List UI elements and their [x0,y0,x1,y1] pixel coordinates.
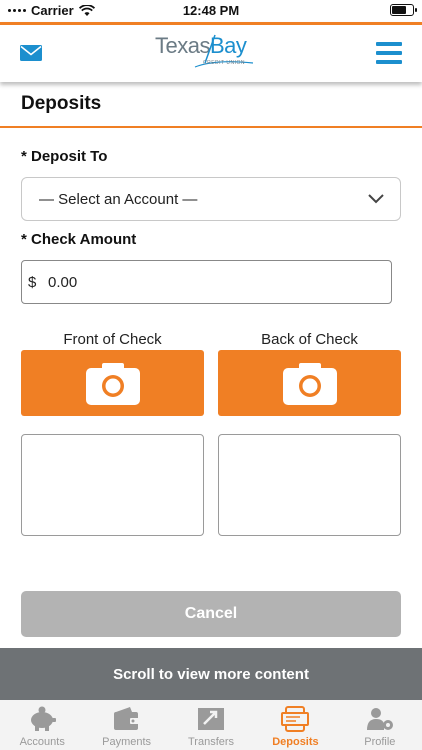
scroll-more-banner[interactable]: Scroll to view more content [0,648,422,700]
tab-accounts[interactable]: Accounts [0,700,84,750]
account-select-value: — Select an Account — [39,191,198,208]
texas-bay-logo: TexasBay CREDIT UNION [155,33,265,73]
status-bar: Carrier 12:48 PM [0,0,422,22]
camera-icon [85,363,140,405]
tab-transfers[interactable]: Transfers [169,700,253,750]
currency-symbol: $ [28,274,37,291]
tab-bar: Accounts Payments Transfers Deposits Pro… [0,700,422,750]
front-camera-button[interactable] [21,350,204,416]
back-camera-button[interactable] [218,350,401,416]
front-of-check-label: Front of Check [63,331,162,348]
back-of-check-label: Back of Check [261,331,358,348]
tab-label: Profile [364,736,396,748]
front-check-preview [21,434,204,536]
tab-label: Accounts [19,736,65,748]
profile-gear-icon [366,708,393,730]
logo-subtext: CREDIT UNION [203,60,246,66]
logo-swoosh-icon [194,34,254,68]
page-title: Deposits [21,93,102,114]
status-time: 12:48 PM [182,3,240,18]
hamburger-menu-icon[interactable] [376,42,402,64]
check-amount-label: * Check Amount [21,231,137,248]
tab-label: Deposits [272,736,319,748]
tab-payments[interactable]: Payments [84,700,168,750]
amount-value: 0.00 [48,274,78,291]
account-select[interactable]: — Select an Account — [21,177,401,221]
battery-icon [390,4,417,16]
back-check-preview [218,434,401,536]
check-amount-input[interactable]: $ 0.00 [21,260,392,304]
title-divider [0,126,422,128]
cancel-button[interactable]: Cancel [21,591,401,637]
camera-icon [282,363,337,405]
tab-label: Payments [102,736,152,748]
tab-deposits[interactable]: Deposits [253,700,337,750]
deposit-to-label: * Deposit To [21,148,108,165]
app-header: TexasBay CREDIT UNION [0,22,422,82]
tab-profile[interactable]: Profile [338,700,422,750]
wallet-icon [113,707,140,730]
piggy-bank-icon [31,706,57,731]
mobile-check-icon [281,706,310,732]
mail-icon[interactable] [20,45,42,61]
transfer-arrows-icon [198,708,225,730]
chevron-down-icon [368,194,384,204]
tab-label: Transfers [187,736,235,748]
